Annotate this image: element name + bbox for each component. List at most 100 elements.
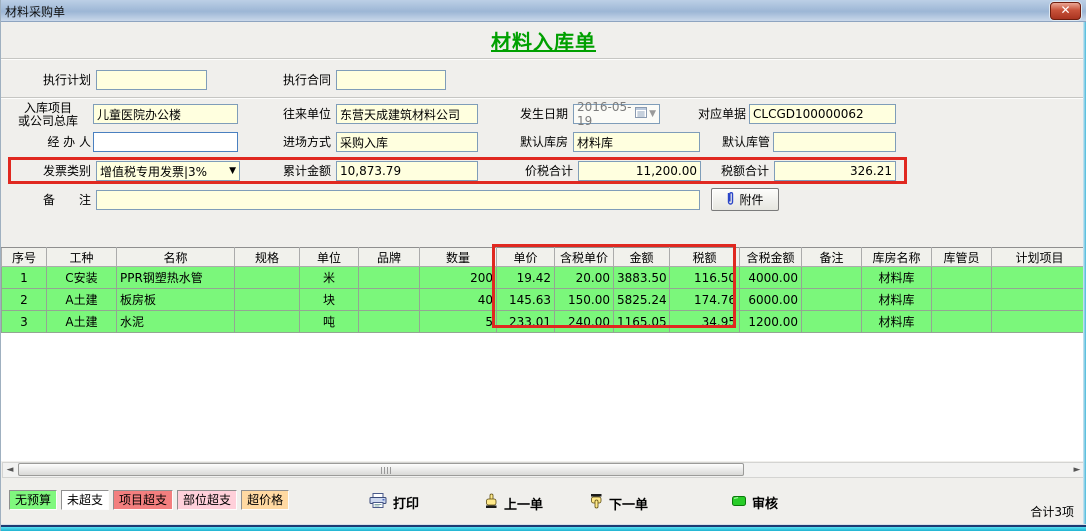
vendor-input[interactable] [336,104,478,124]
cell-amount-taxed: 6000.00 [740,289,802,311]
cell-plan-project [992,311,1086,333]
remark-label: 备 注 [21,190,91,210]
scroll-left-icon[interactable]: ◄ [4,464,16,476]
col-header-remark[interactable]: 备注 [802,248,862,267]
default-keeper-input[interactable] [773,132,896,152]
exec-contract-label: 执行合同 [261,70,331,90]
invoice-type-select[interactable]: 增值税专用发票|3% ▼ [96,161,240,181]
hand-up-icon [484,493,498,513]
col-header-spec[interactable]: 规格 [235,248,300,267]
chevron-down-icon[interactable]: ▼ [649,109,656,119]
col-header-brand[interactable]: 品牌 [359,248,420,267]
ref-doc-input[interactable] [749,104,896,124]
cell-warehouse: 材料库 [862,267,932,289]
paperclip-icon [726,191,735,209]
cell-name: 水泥 [117,311,235,333]
cell-unit-price-taxed: 150.00 [555,289,614,311]
cell-name: 板房板 [117,289,235,311]
col-header-tax[interactable]: 税额 [670,248,740,267]
default-warehouse-input[interactable] [573,132,700,152]
divider [1,97,1086,99]
total-tax-label: 税额合计 [701,161,769,181]
project-label-line2: 或公司总库 [18,114,78,128]
cell-brand [359,311,420,333]
titlebar[interactable]: 材料采购单 ✕ [1,0,1086,22]
table-header-row: 序号 工种 名称 规格 单位 品牌 数量 单价 含税单价 金额 税额 含税金额 … [2,248,1086,267]
invoice-type-label: 发票类别 [21,161,91,181]
vendor-label: 往来单位 [261,104,331,124]
col-header-unit-price-taxed[interactable]: 含税单价 [555,248,614,267]
chevron-down-icon[interactable]: ▼ [227,166,236,176]
table-row[interactable]: 2 A土建 板房板 块 40 145.63 150.00 5825.24 174… [2,289,1086,311]
budget-legend: 无预算 未超支 项目超支 部位超支 超价格 [9,490,289,510]
items-table: 序号 工种 名称 规格 单位 品牌 数量 单价 含税单价 金额 税额 含税金额 … [1,247,1086,333]
cell-seq: 3 [2,311,47,333]
col-header-seq[interactable]: 序号 [2,248,47,267]
col-header-amount-taxed[interactable]: 含税金额 [740,248,802,267]
exec-contract-input[interactable] [336,70,446,90]
cell-worktype: A土建 [47,311,117,333]
previous-order-button[interactable]: 上一单 [484,493,543,513]
col-header-worktype[interactable]: 工种 [47,248,117,267]
close-icon[interactable]: ✕ [1050,2,1081,20]
default-keeper-label: 默认库管 [713,132,770,152]
cell-amount-taxed: 1200.00 [740,311,802,333]
table-row[interactable]: 3 A土建 水泥 吨 5 233.01 240.00 1165.05 34.95… [2,311,1086,333]
previous-order-label: 上一单 [504,494,543,513]
cell-amount: 3883.50 [614,267,670,289]
date-value: 2016-05-19 [577,100,635,128]
col-header-warehouse[interactable]: 库房名称 [862,248,932,267]
project-label: 入库项目 或公司总库 [7,102,89,128]
page-title: 材料入库单 [1,26,1086,55]
handler-label: 经 办 人 [21,132,91,152]
print-button-label: 打印 [393,493,419,512]
total-tax-input[interactable] [774,161,896,181]
date-picker[interactable]: 2016-05-19 ▼ [573,104,660,124]
entry-mode-input[interactable] [336,132,478,152]
default-warehouse-label: 默认库房 [506,132,568,152]
scrollbar-thumb[interactable] [18,463,744,476]
total-with-tax-input[interactable] [578,161,701,181]
legend-over-price: 超价格 [241,490,289,510]
scrollbar-grip [381,467,391,474]
cell-qty: 40 [420,289,497,311]
invoice-type-value: 增值税专用发票|3% [100,163,227,180]
cell-qty: 200 [420,267,497,289]
cell-warehouse: 材料库 [862,289,932,311]
next-order-button[interactable]: 下一单 [589,493,648,513]
col-header-qty[interactable]: 数量 [420,248,497,267]
cell-keeper [932,289,992,311]
col-header-amount[interactable]: 金额 [614,248,670,267]
accum-amount-input[interactable] [336,161,478,181]
entry-mode-label: 进场方式 [261,132,331,152]
project-input[interactable] [93,104,238,124]
col-header-unit-price[interactable]: 单价 [497,248,555,267]
attachment-button[interactable]: 附件 [711,188,779,211]
cell-plan-project [992,289,1086,311]
cell-spec [235,311,300,333]
hand-down-icon [589,493,603,513]
cell-amount: 1165.05 [614,311,670,333]
legend-part-overspent: 部位超支 [177,490,237,510]
col-header-keeper[interactable]: 库管员 [932,248,992,267]
window-bottom-edge [1,524,1086,531]
col-header-name[interactable]: 名称 [117,248,235,267]
cell-keeper [932,311,992,333]
legend-not-overspent: 未超支 [61,490,109,510]
date-label: 发生日期 [506,104,568,124]
cell-amount: 5825.24 [614,289,670,311]
print-button[interactable]: 打印 [369,493,419,512]
horizontal-scrollbar[interactable]: ◄ ► [2,462,1085,478]
scroll-right-icon[interactable]: ► [1071,464,1083,476]
cell-remark [802,267,862,289]
audit-button[interactable]: 审核 [732,493,778,512]
col-header-unit[interactable]: 单位 [300,248,359,267]
col-header-plan-project[interactable]: 计划项目 [992,248,1086,267]
handler-input[interactable] [93,132,238,152]
cell-tax: 174.76 [670,289,740,311]
legend-no-budget: 无预算 [9,490,57,510]
table-row[interactable]: 1 C安装 PPR钢塑热水管 米 200 19.42 20.00 3883.50… [2,267,1086,289]
exec-plan-input[interactable] [96,70,207,90]
calendar-icon[interactable] [635,107,647,121]
remark-input[interactable] [96,190,700,210]
